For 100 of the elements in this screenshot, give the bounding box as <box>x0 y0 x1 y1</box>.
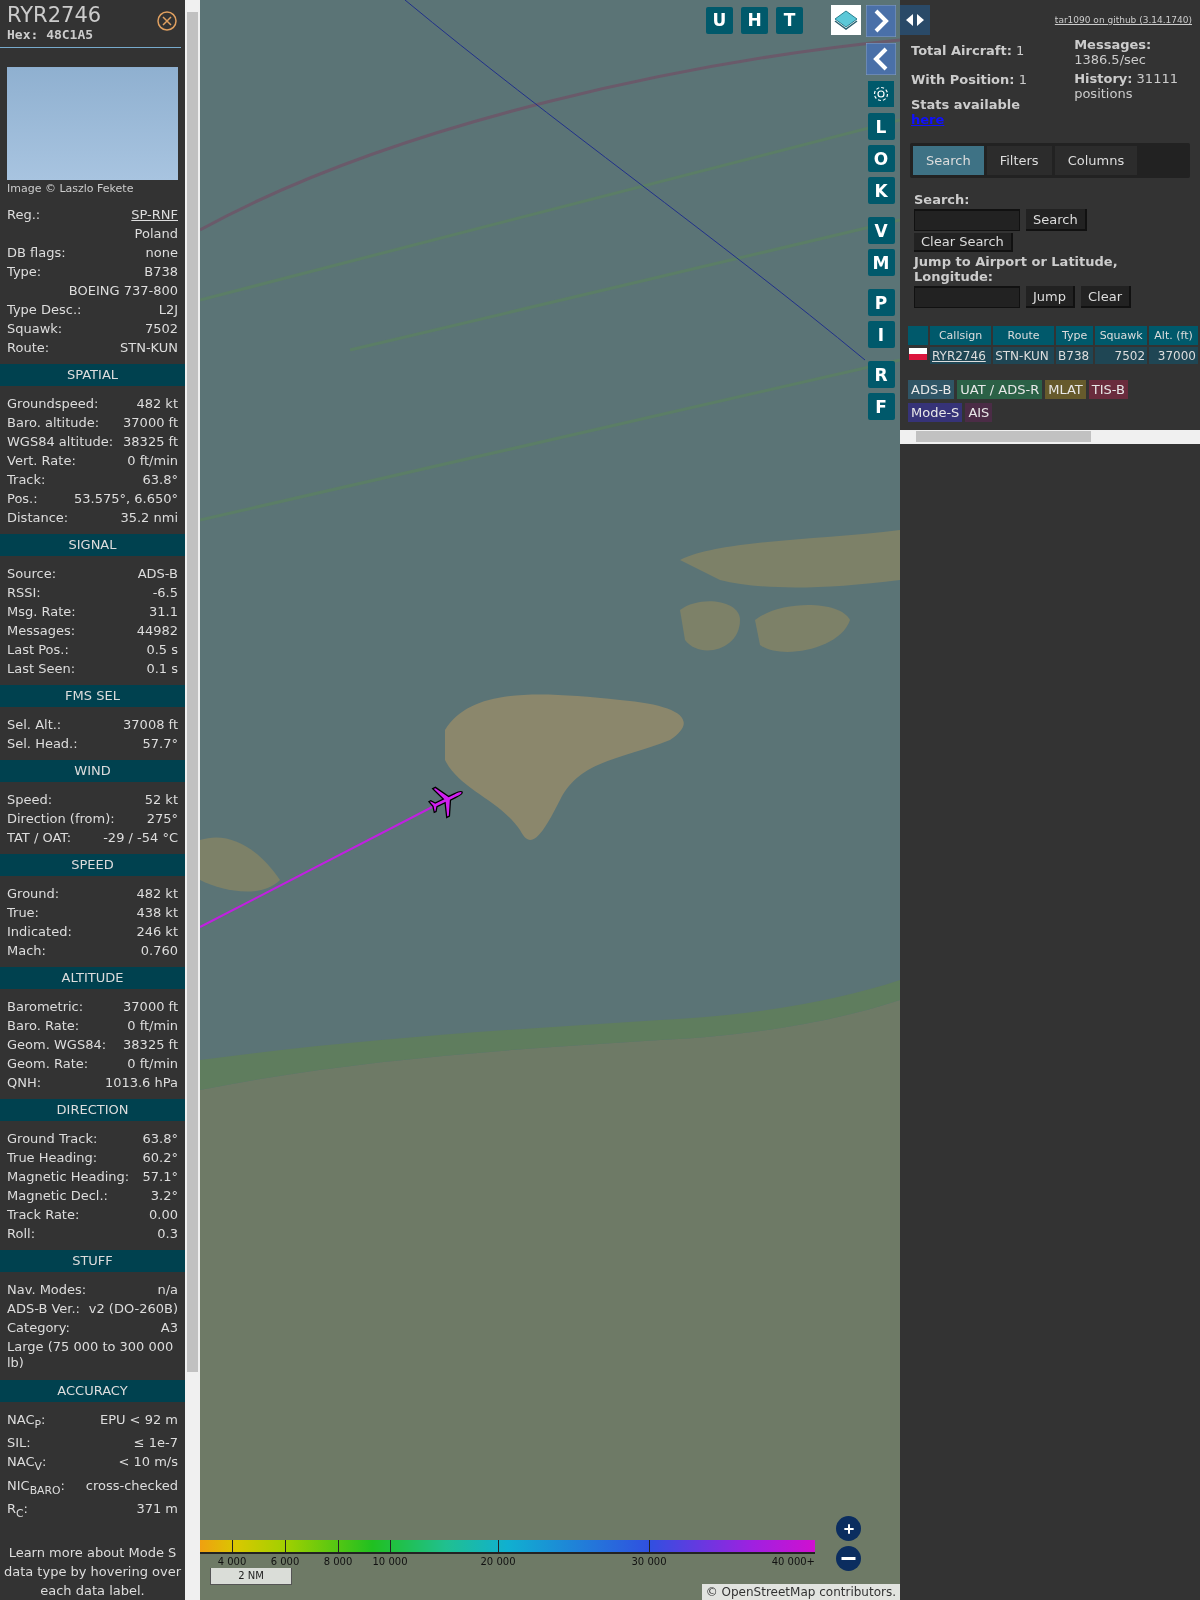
map-toggle-button[interactable]: V <box>867 217 895 244</box>
source-legend-tag: TIS-B <box>1088 380 1128 399</box>
map-toggle-button[interactable]: U <box>706 6 733 34</box>
chevron-left-icon[interactable] <box>866 43 896 75</box>
field-value: 37000 ft <box>123 997 178 1016</box>
clear-search-button[interactable]: Clear Search <box>914 233 1013 252</box>
field-value: -6.5 <box>152 583 178 602</box>
github-link[interactable]: tar1090 on github (3.14.1740) <box>1054 15 1192 25</box>
settings-icon[interactable] <box>868 81 894 107</box>
map-toggle-button[interactable]: F <box>867 393 895 420</box>
field-note: Large (75 000 to 300 000 lb) <box>7 1337 175 1372</box>
layers-icon[interactable] <box>831 5 861 35</box>
map-toggle-button[interactable]: K <box>867 177 895 204</box>
field-label: Ground Track: <box>7 1129 98 1148</box>
source-legend-tag: MLAT <box>1045 380 1086 399</box>
field-label: Baro. altitude: <box>7 413 100 432</box>
flag-icon <box>909 348 927 360</box>
field-value: 246 kt <box>136 922 178 941</box>
table-cell: B738 <box>1056 347 1094 364</box>
column-header[interactable]: Type <box>1056 326 1094 345</box>
field-label: Sel. Alt.: <box>7 715 62 734</box>
field-label: Msg. Rate: <box>7 602 76 621</box>
vertical-scrollbar[interactable] <box>185 0 200 1600</box>
expand-collapse-icon[interactable] <box>900 5 930 35</box>
field-label: True: <box>7 903 39 922</box>
source-legend-tag: AIS <box>965 403 993 422</box>
field-label: Mach: <box>7 941 46 960</box>
field-value: 482 kt <box>136 884 178 903</box>
field-value: cross-checked <box>85 1476 178 1495</box>
field-value: 482 kt <box>136 394 178 413</box>
tab[interactable]: Columns <box>1054 146 1138 175</box>
table-cell: 37000 <box>1149 347 1198 364</box>
map-toggle-button[interactable]: H <box>741 6 768 34</box>
field-label: Geom. WGS84: <box>7 1035 107 1054</box>
stat-text: History: 31111 positions <box>1074 71 1179 101</box>
table-cell[interactable]: RYR2746 <box>930 347 992 364</box>
map-toggle-button[interactable]: M <box>867 249 895 276</box>
field-value: BOEING 737-800 <box>68 281 178 300</box>
field-label: NIC$_{BARO}$: <box>7 1476 65 1499</box>
field-value: 275° <box>146 809 178 828</box>
field-label: Last Pos.: <box>7 640 69 659</box>
field-value: 38325 ft <box>123 1035 178 1054</box>
field-label: Baro. Rate: <box>7 1016 80 1035</box>
column-header[interactable]: Alt. (ft) <box>1149 326 1198 345</box>
field-label: Type Desc.: <box>7 300 82 319</box>
field-label: Reg.: <box>7 205 41 224</box>
source-legend-tag: UAT / ADS-R <box>957 380 1043 399</box>
tab[interactable]: Filters <box>986 146 1052 175</box>
jump-field[interactable] <box>914 286 1020 308</box>
horizontal-scrollbar[interactable] <box>900 430 1200 444</box>
clear-button[interactable]: Clear <box>1081 286 1131 308</box>
help-note: Learn more about Mode S data type by hovering over each data label. <box>2 1544 183 1600</box>
column-header[interactable]: Route <box>993 326 1055 345</box>
map-toggle-button[interactable]: T <box>776 6 803 34</box>
map-toggle-button[interactable]: O <box>867 145 895 172</box>
altitude-label: 4 000 <box>216 1556 248 1567</box>
table-cell: 7502 <box>1095 347 1148 364</box>
field-label: Pos.: <box>7 489 38 508</box>
field-value: 0.5 s <box>146 640 178 659</box>
field-label: Direction (from): <box>7 809 115 828</box>
search-field[interactable] <box>914 209 1020 231</box>
column-header[interactable]: Callsign <box>930 326 992 345</box>
map-toggle-button[interactable]: R <box>867 361 895 388</box>
field-value: 371 m <box>136 1500 178 1519</box>
field-value: 57.7° <box>142 734 178 753</box>
table-cell: STN-KUN <box>993 347 1055 364</box>
minus-icon <box>841 1557 856 1560</box>
close-icon[interactable] <box>157 11 177 31</box>
source-legend-tag: Mode-S <box>908 403 963 422</box>
field-value: 7502 <box>144 319 178 338</box>
map-toggle-button[interactable]: I <box>867 321 895 348</box>
registration-link[interactable]: SP-RNF <box>131 204 178 224</box>
map-attribution: © OpenStreetMap contributors. <box>701 1584 900 1600</box>
field-value: 31.1 <box>149 602 178 621</box>
field-label: WGS84 altitude: <box>7 432 114 451</box>
map-toggle-button[interactable]: P <box>867 289 895 316</box>
field-label: Track: <box>7 470 46 489</box>
field-value: 0.00 <box>149 1205 178 1224</box>
column-header[interactable]: Squawk <box>1095 326 1148 345</box>
field-value: 0.1 s <box>146 659 178 678</box>
altitude-label: 8 000 <box>322 1556 354 1567</box>
chevron-right-icon[interactable] <box>866 5 896 37</box>
jump-button[interactable]: Jump <box>1026 286 1075 308</box>
search-button[interactable]: Search <box>1026 209 1087 231</box>
tab[interactable]: Search <box>913 146 984 175</box>
field-value: < 10 m/s <box>118 1453 178 1472</box>
field-label: Route: <box>7 338 50 357</box>
field-label: Indicated: <box>7 922 72 941</box>
altitude-label: 30 000 <box>630 1556 668 1567</box>
field-value: 0 ft/min <box>127 451 178 470</box>
field-value: 1013.6 hPa <box>104 1073 178 1092</box>
stat-text: Messages: 1386.5/sec <box>1074 37 1153 67</box>
field-value: 37000 ft <box>123 413 178 432</box>
field-label: Vert. Rate: <box>7 451 76 470</box>
map-toggle-button[interactable]: L <box>867 113 895 140</box>
section-header: WIND <box>0 759 185 782</box>
field-label: QNH: <box>7 1073 42 1092</box>
field-label: Sel. Head.: <box>7 734 78 753</box>
field-value: 44982 <box>136 621 178 640</box>
field-label: Messages: <box>7 621 76 640</box>
